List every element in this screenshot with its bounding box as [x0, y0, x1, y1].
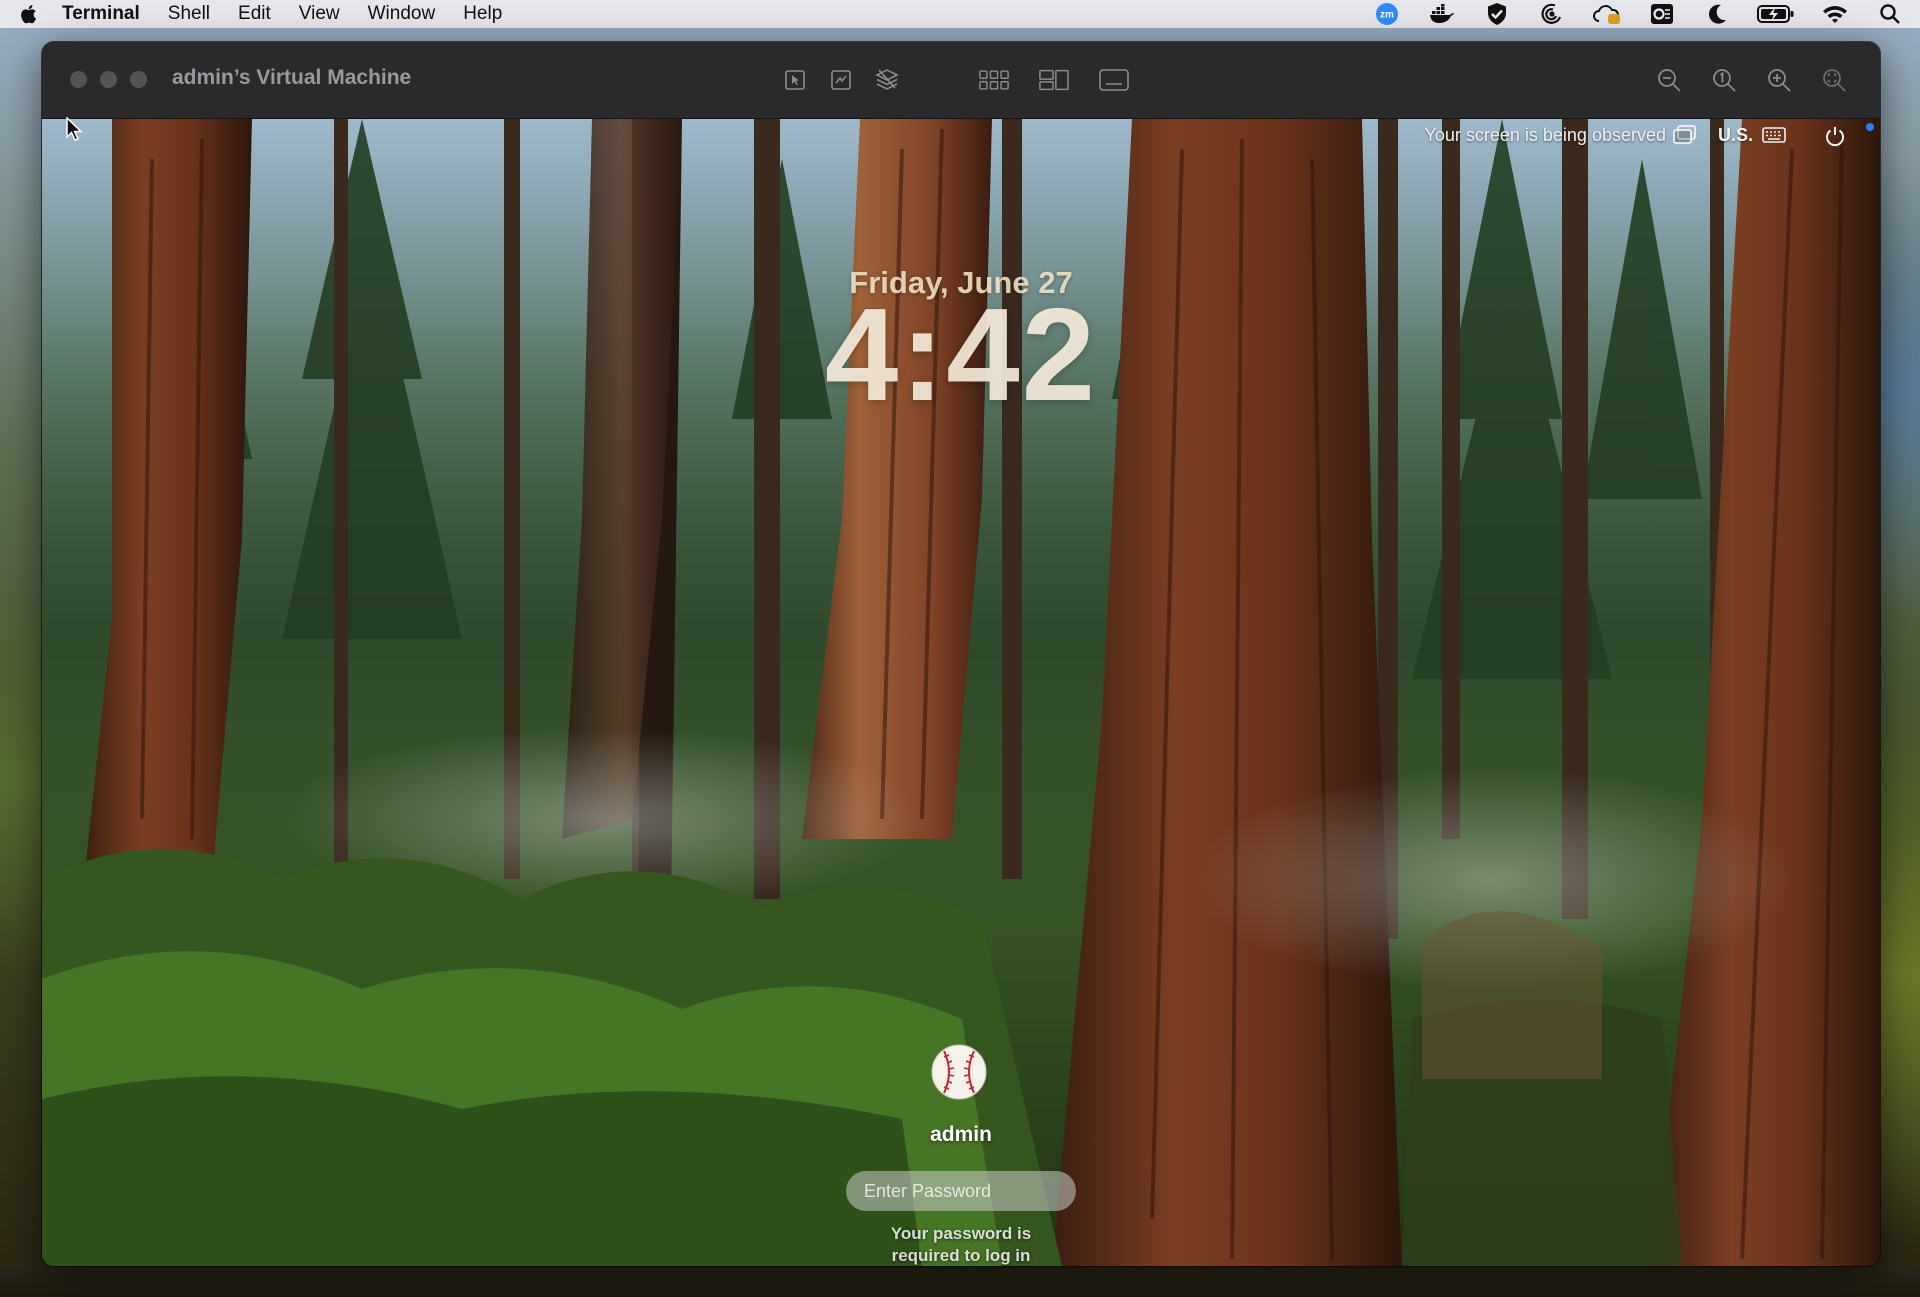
layers-icon[interactable] — [872, 65, 902, 95]
zoom-badge-text: zm — [1380, 10, 1394, 21]
docker-icon[interactable] — [1426, 2, 1458, 26]
zoom-actual-icon[interactable] — [1709, 65, 1739, 95]
shield-icon[interactable] — [1481, 2, 1513, 26]
desktop-wallpaper — [0, 1266, 1920, 1297]
password-field[interactable] — [846, 1171, 1076, 1211]
input-source-label[interactable]: U.S. — [1718, 125, 1753, 146]
battery-charging-icon[interactable] — [1756, 2, 1796, 26]
toolbar-group-zoom — [1654, 64, 1849, 96]
moon-icon[interactable] — [1701, 2, 1733, 26]
vm-window: admin’s Virtual Machine Your screen is b… — [42, 42, 1880, 1266]
user-avatar[interactable] — [930, 1043, 988, 1101]
toolbar-group-view — [979, 64, 1129, 96]
username-label: admin — [930, 1123, 992, 1146]
power-icon[interactable] — [1824, 125, 1846, 152]
menu-bar: Terminal Shell Edit View Window Help zm — [0, 0, 1920, 28]
zoom-icon[interactable]: zm — [1371, 2, 1403, 26]
split-view-icon[interactable] — [1039, 65, 1069, 95]
vm-guest-screen[interactable]: Your screen is being observed U.S. Frida… — [42, 119, 1880, 1266]
toolbar-group-left — [780, 64, 902, 96]
baseball-icon — [931, 1044, 987, 1100]
lockscreen-clock: 4:42 — [824, 281, 1098, 428]
recording-indicator — [1866, 123, 1874, 131]
wifi-icon[interactable] — [1819, 2, 1851, 26]
menu-edit[interactable]: Edit — [238, 3, 271, 25]
focus-swirl-icon[interactable] — [1536, 2, 1568, 26]
apple-menu-icon[interactable] — [18, 2, 40, 26]
window-controls — [70, 71, 147, 88]
password-hint: Your password is required to log in — [890, 1224, 1032, 1265]
grid-view-icon[interactable] — [979, 65, 1009, 95]
menu-view[interactable]: View — [299, 3, 340, 25]
pointer-icon[interactable] — [780, 65, 810, 95]
menu-help[interactable]: Help — [463, 3, 502, 25]
zoom-in-icon[interactable] — [1764, 65, 1794, 95]
screen-sharing-icon[interactable] — [1673, 124, 1697, 151]
outlook-icon[interactable] — [1646, 2, 1678, 26]
screen-observed-label: Your screen is being observed — [1424, 125, 1667, 145]
keyboard-icon[interactable] — [1762, 127, 1786, 148]
window-titlebar[interactable]: admin’s Virtual Machine — [42, 42, 1880, 119]
mouse-cursor-icon — [66, 116, 84, 148]
zoom-out-icon[interactable] — [1654, 65, 1684, 95]
window-title: admin’s Virtual Machine — [172, 66, 412, 89]
status-menu-extras: zm — [1371, 0, 1906, 28]
menu-app-terminal[interactable]: Terminal — [62, 3, 140, 25]
zoom-fit-icon[interactable] — [1819, 65, 1849, 95]
search-icon[interactable] — [1874, 2, 1906, 26]
capture-icon[interactable] — [826, 65, 856, 95]
menu-window[interactable]: Window — [368, 3, 436, 25]
cloud-sync-icon[interactable] — [1591, 2, 1623, 26]
zoom-button[interactable] — [130, 71, 147, 88]
menu-shell[interactable]: Shell — [168, 3, 210, 25]
lockscreen-status-bar: Your screen is being observed U.S. — [42, 119, 1880, 155]
close-button[interactable] — [70, 71, 87, 88]
display-icon[interactable] — [1099, 65, 1129, 95]
minimize-button[interactable] — [100, 71, 117, 88]
